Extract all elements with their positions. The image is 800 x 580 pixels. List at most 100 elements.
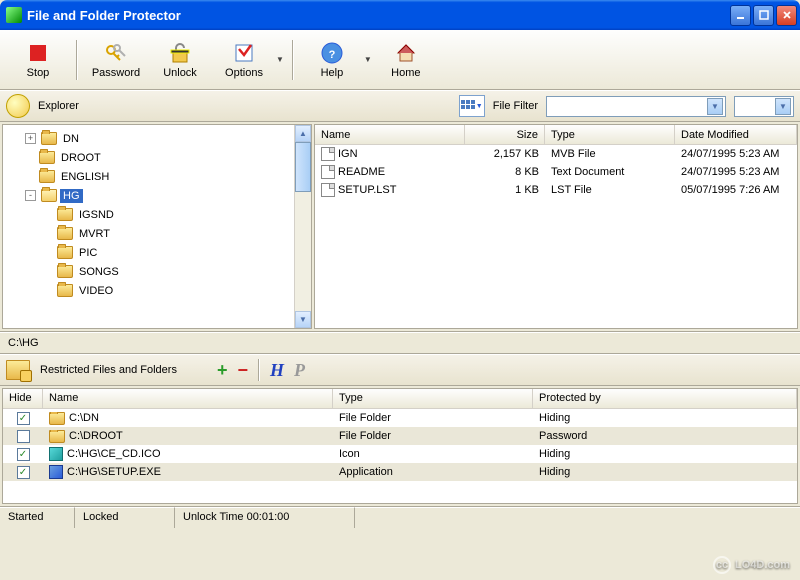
- file-icon: [321, 183, 335, 197]
- tree-item[interactable]: DROOT: [5, 148, 309, 167]
- restricted-list: Hide Name Type Protected by ✓C:\DNFile F…: [2, 388, 798, 504]
- tree-item[interactable]: -HG: [5, 186, 309, 205]
- file-type: LST File: [545, 183, 675, 197]
- add-button[interactable]: +: [217, 360, 228, 381]
- column-modified[interactable]: Date Modified: [675, 125, 797, 144]
- folder-icon: [39, 170, 55, 183]
- restricted-row[interactable]: ✓C:\HG\CE_CD.ICOIconHiding: [3, 445, 797, 463]
- restricted-protected: Hiding: [533, 412, 797, 424]
- locked-folder-icon: [6, 360, 30, 380]
- options-label: Options: [225, 67, 263, 79]
- unlock-button[interactable]: Unlock: [150, 34, 210, 86]
- app-icon: [6, 7, 22, 23]
- tree-item-label: DN: [60, 132, 82, 146]
- stop-button[interactable]: Stop: [8, 34, 68, 86]
- close-button[interactable]: [776, 5, 797, 26]
- main-panes: + DN DROOT ENGLISH -HGIGSND MVRT PIC SONGS VIDEO…: [0, 122, 800, 332]
- tree-item[interactable]: VIDEO: [5, 281, 309, 300]
- column-hide[interactable]: Hide: [3, 389, 43, 408]
- toolbar-separator: [292, 40, 294, 80]
- file-filter-dropdown[interactable]: ▼: [546, 96, 726, 117]
- scroll-down-button[interactable]: ▼: [295, 311, 311, 328]
- hide-checkbox[interactable]: [17, 430, 30, 443]
- folder-icon: [57, 265, 73, 278]
- restricted-row[interactable]: ✓ C:\HG\SETUP.EXE ApplicationHiding: [3, 463, 797, 481]
- file-row[interactable]: README8 KBText Document24/07/1995 5:23 A…: [315, 163, 797, 181]
- options-button[interactable]: Options: [214, 34, 274, 86]
- column-name[interactable]: Name: [315, 125, 465, 144]
- file-row[interactable]: IGN2,157 KBMVB File24/07/1995 5:23 AM: [315, 145, 797, 163]
- hide-checkbox[interactable]: ✓: [17, 466, 30, 479]
- hide-checkbox[interactable]: ✓: [17, 412, 30, 425]
- application-icon: [49, 465, 63, 479]
- secondary-dropdown[interactable]: ▼: [734, 96, 794, 117]
- home-icon: [394, 41, 418, 65]
- tree-item[interactable]: + DN: [5, 129, 309, 148]
- column-size[interactable]: Size: [465, 125, 545, 144]
- title-bar: File and Folder Protector: [0, 0, 800, 30]
- tree-item[interactable]: IGSND: [5, 205, 309, 224]
- file-filter-label: File Filter: [493, 100, 538, 112]
- remove-button[interactable]: −: [237, 360, 248, 381]
- tree-item-label: ENGLISH: [58, 170, 112, 184]
- restricted-type: Application: [333, 466, 533, 478]
- tree-item[interactable]: SONGS: [5, 262, 309, 281]
- scroll-thumb[interactable]: [295, 142, 311, 192]
- tree-scrollbar[interactable]: ▲ ▼: [294, 125, 311, 328]
- file-icon: [321, 165, 335, 179]
- file-row[interactable]: SETUP.LST1 KBLST File05/07/1995 7:26 AM: [315, 181, 797, 199]
- password-button[interactable]: Password: [86, 34, 146, 86]
- status-empty: [355, 507, 800, 528]
- home-button[interactable]: Home: [376, 34, 436, 86]
- minimize-button[interactable]: [730, 5, 751, 26]
- tree-item[interactable]: MVRT: [5, 224, 309, 243]
- path-bar: C:\HG: [0, 332, 800, 354]
- help-dropdown-arrow-icon[interactable]: ▼: [364, 55, 372, 64]
- maximize-button[interactable]: [753, 5, 774, 26]
- chevron-down-icon[interactable]: ▼: [707, 98, 723, 115]
- stop-label: Stop: [27, 67, 50, 79]
- grid-icon: [461, 100, 475, 112]
- help-icon: ?: [320, 41, 344, 65]
- folder-tree-pane: + DN DROOT ENGLISH -HGIGSND MVRT PIC SONGS VIDEO…: [2, 124, 312, 329]
- column-protected[interactable]: Protected by: [533, 389, 797, 408]
- restricted-row[interactable]: C:\DROOTFile FolderPassword: [3, 427, 797, 445]
- tree-item[interactable]: ENGLISH: [5, 167, 309, 186]
- help-button[interactable]: ? Help: [302, 34, 362, 86]
- file-size: 8 KB: [465, 165, 545, 179]
- restricted-name: C:\HG\SETUP.EXE: [67, 466, 161, 478]
- file-type: MVB File: [545, 147, 675, 161]
- tree-item-label: PIC: [76, 246, 100, 260]
- restricted-type: File Folder: [333, 430, 533, 442]
- file-list-header: Name Size Type Date Modified: [315, 125, 797, 145]
- folder-icon: [41, 189, 57, 202]
- hide-mode-button[interactable]: H: [270, 360, 284, 381]
- collapse-icon[interactable]: -: [25, 190, 36, 201]
- options-dropdown-arrow-icon[interactable]: ▼: [276, 55, 284, 64]
- magnifier-icon: [6, 94, 30, 118]
- column-rname[interactable]: Name: [43, 389, 333, 408]
- explorer-bar: Explorer ▼ File Filter ▼ ▼: [0, 90, 800, 122]
- restricted-toolbar: Restricted Files and Folders + − H P: [0, 354, 800, 386]
- column-rtype[interactable]: Type: [333, 389, 533, 408]
- status-started: Started: [0, 507, 75, 528]
- column-type[interactable]: Type: [545, 125, 675, 144]
- watermark: ccLO4D.com: [713, 555, 790, 574]
- tree-item-label: MVRT: [76, 227, 113, 241]
- hide-checkbox[interactable]: ✓: [17, 448, 30, 461]
- status-unlock-time: Unlock Time 00:01:00: [175, 507, 355, 528]
- restricted-type: File Folder: [333, 412, 533, 424]
- restricted-row[interactable]: ✓C:\DNFile FolderHiding: [3, 409, 797, 427]
- scroll-up-button[interactable]: ▲: [295, 125, 311, 142]
- expand-icon[interactable]: +: [25, 133, 36, 144]
- tree-item-label: VIDEO: [76, 284, 116, 298]
- view-mode-button[interactable]: ▼: [459, 95, 485, 117]
- file-name: README: [338, 166, 385, 178]
- file-icon: [321, 147, 335, 161]
- restricted-protected: Password: [533, 430, 797, 442]
- tree-item[interactable]: PIC: [5, 243, 309, 262]
- password-mode-button[interactable]: P: [294, 360, 305, 381]
- restricted-protected: Hiding: [533, 466, 797, 478]
- chevron-down-icon[interactable]: ▼: [775, 98, 791, 115]
- toolbar-separator: [76, 40, 78, 80]
